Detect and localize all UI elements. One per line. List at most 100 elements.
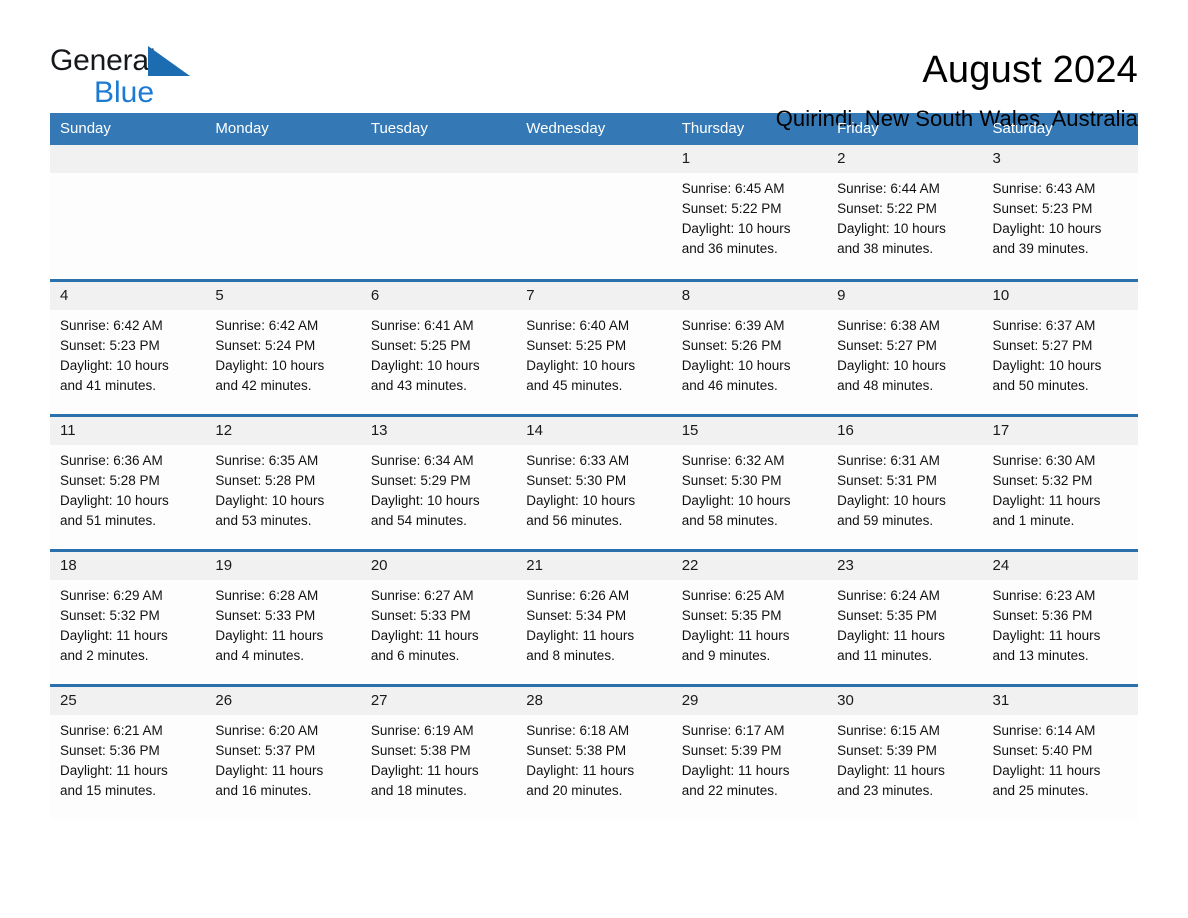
calendar-day[interactable]: 15 Sunrise: 6:32 AM Sunset: 5:30 PM Dayligh… (671, 416, 828, 549)
day-number: 21 (516, 551, 672, 580)
sunset-text: Sunset: 5:27 PM (992, 337, 1093, 353)
day-number: 1 (671, 145, 828, 173)
sunrise-text: Sunrise: 6:14 AM (992, 722, 1096, 738)
calendar-day[interactable]: 7 Sunrise: 6:40 AM Sunset: 5:25 PM Daylight… (516, 281, 672, 414)
calendar-week-row: 11 Sunrise: 6:36 AM Sunset: 5:28 PM Dayligh… (50, 413, 1138, 550)
calendar-day[interactable]: 9 Sunrise: 6:38 AM Sunset: 5:27 PM Daylight… (827, 281, 983, 414)
calendar-day[interactable]: 17 Sunrise: 6:30 AM Sunset: 5:32 PM Dayligh… (982, 416, 1138, 549)
calendar-day[interactable]: 5 Sunrise: 6:42 AM Sunset: 5:24 PM Daylight… (205, 281, 361, 414)
sunset-text: Sunset: 5:38 PM (370, 742, 471, 758)
day-details: Sunrise: 6:29 AM Sunset: 5:32 PM Daylight:… (50, 580, 205, 666)
calendar-day[interactable]: 11 Sunrise: 6:36 AM Sunset: 5:28 PM Dayligh… (50, 416, 206, 549)
day-number (205, 145, 361, 173)
calendar-day[interactable]: 2 Sunrise: 6:44 AM Sunset: 5:22 PM Daylight… (827, 145, 983, 277)
sunset-text: Sunset: 5:24 PM (215, 337, 316, 353)
daylight-text-line2: and 2 minutes. (60, 647, 149, 663)
calendar-day-empty (516, 145, 672, 277)
calendar-day-empty (360, 145, 517, 277)
calendar-day[interactable]: 31 Sunrise: 6:14 AM Sunset: 5:40 PM Dayligh… (982, 686, 1138, 819)
calendar-day[interactable]: 19 Sunrise: 6:28 AM Sunset: 5:33 PM Dayligh… (205, 551, 361, 684)
calendar-cell: 14 Sunrise: 6:33 AM Sunset: 5:30 PM Dayligh… (516, 413, 672, 550)
calendar-page: General Blue August 2024 Quirindi, New S… (0, 0, 1188, 918)
daylight-text-line1: Daylight: 11 hours (837, 627, 945, 643)
calendar-day[interactable]: 24 Sunrise: 6:23 AM Sunset: 5:36 PM Dayligh… (982, 551, 1138, 684)
calendar-day[interactable]: 21 Sunrise: 6:26 AM Sunset: 5:34 PM Dayligh… (516, 551, 672, 684)
sunrise-text: Sunrise: 6:23 AM (992, 587, 1096, 603)
daylight-text-line2: and 6 minutes. (370, 647, 460, 663)
day-details: Sunrise: 6:14 AM Sunset: 5:40 PM Daylight:… (983, 715, 1138, 801)
sunrise-text: Sunrise: 6:32 AM (681, 452, 785, 468)
day-details: Sunrise: 6:41 AM Sunset: 5:25 PM Daylight:… (361, 310, 516, 396)
daylight-text-line2: and 36 minutes. (681, 241, 778, 256)
day-number: 28 (516, 686, 672, 715)
daylight-text-line1: Daylight: 11 hours (370, 762, 479, 778)
day-details: Sunrise: 6:17 AM Sunset: 5:39 PM Daylight:… (672, 715, 827, 801)
calendar-day[interactable]: 12 Sunrise: 6:35 AM Sunset: 5:28 PM Dayligh… (205, 416, 361, 549)
calendar-day[interactable]: 27 Sunrise: 6:19 AM Sunset: 5:38 PM Dayligh… (360, 686, 517, 819)
calendar-day[interactable]: 25 Sunrise: 6:21 AM Sunset: 5:36 PM Dayligh… (50, 686, 206, 819)
day-details: Sunrise: 6:42 AM Sunset: 5:24 PM Daylight:… (205, 310, 360, 396)
sunset-text: Sunset: 5:25 PM (370, 337, 471, 353)
sunset-text: Sunset: 5:23 PM (992, 201, 1093, 216)
day-number: 14 (516, 416, 672, 445)
daylight-text-line2: and 51 minutes. (60, 512, 157, 528)
calendar-cell (516, 145, 672, 280)
daylight-text-line2: and 58 minutes. (681, 512, 778, 528)
day-number: 23 (827, 551, 983, 580)
daylight-text-line1: Daylight: 11 hours (526, 762, 635, 778)
day-details: Sunrise: 6:23 AM Sunset: 5:36 PM Daylight:… (983, 580, 1138, 666)
day-number: 7 (516, 281, 672, 310)
calendar-day[interactable]: 18 Sunrise: 6:29 AM Sunset: 5:32 PM Dayligh… (50, 551, 206, 684)
day-details: Sunrise: 6:15 AM Sunset: 5:39 PM Daylight:… (827, 715, 982, 801)
page-header: General Blue August 2024 Quirindi, New S… (50, 0, 1138, 131)
calendar-day[interactable]: 16 Sunrise: 6:31 AM Sunset: 5:31 PM Dayligh… (827, 416, 983, 549)
calendar-day[interactable]: 10 Sunrise: 6:37 AM Sunset: 5:27 PM Dayligh… (982, 281, 1138, 414)
sunrise-text: Sunrise: 6:42 AM (60, 317, 163, 333)
day-details: Sunrise: 6:39 AM Sunset: 5:26 PM Daylight:… (672, 310, 827, 396)
daylight-text-line2: and 20 minutes. (526, 782, 623, 798)
calendar-day[interactable]: 6 Sunrise: 6:41 AM Sunset: 5:25 PM Daylight… (360, 281, 517, 414)
logo-triangle-icon (148, 46, 190, 76)
day-number: 3 (982, 145, 1138, 173)
calendar-day[interactable]: 13 Sunrise: 6:34 AM Sunset: 5:29 PM Dayligh… (360, 416, 517, 549)
calendar-cell: 7 Sunrise: 6:40 AM Sunset: 5:25 PM Daylight… (516, 278, 672, 415)
calendar-day[interactable]: 23 Sunrise: 6:24 AM Sunset: 5:35 PM Dayligh… (827, 551, 983, 684)
day-number: 31 (982, 686, 1138, 715)
day-number: 22 (671, 551, 828, 580)
calendar-day[interactable]: 22 Sunrise: 6:25 AM Sunset: 5:35 PM Dayligh… (671, 551, 828, 684)
sunrise-text: Sunrise: 6:39 AM (681, 317, 785, 333)
sunset-text: Sunset: 5:32 PM (992, 472, 1093, 488)
calendar-week-row: 1 Sunrise: 6:45 AM Sunset: 5:22 PM Daylight… (50, 145, 1138, 280)
day-details: Sunrise: 6:45 AM Sunset: 5:22 PM Daylight:… (672, 173, 827, 259)
daylight-text-line2: and 59 minutes. (837, 512, 934, 528)
sunrise-text: Sunrise: 6:18 AM (526, 722, 630, 738)
calendar-cell: 25 Sunrise: 6:21 AM Sunset: 5:36 PM Dayligh… (50, 683, 206, 820)
calendar-cell: 23 Sunrise: 6:24 AM Sunset: 5:35 PM Dayligh… (827, 548, 983, 685)
calendar-day[interactable]: 30 Sunrise: 6:15 AM Sunset: 5:39 PM Dayligh… (827, 686, 983, 819)
calendar-day[interactable]: 29 Sunrise: 6:17 AM Sunset: 5:39 PM Dayligh… (671, 686, 828, 819)
calendar-day[interactable]: 20 Sunrise: 6:27 AM Sunset: 5:33 PM Dayligh… (360, 551, 517, 684)
sunrise-text: Sunrise: 6:29 AM (60, 587, 163, 603)
calendar-day[interactable]: 14 Sunrise: 6:33 AM Sunset: 5:30 PM Dayligh… (516, 416, 672, 549)
daylight-text-line2: and 16 minutes. (215, 782, 312, 798)
day-number (360, 145, 517, 173)
calendar-cell: 26 Sunrise: 6:20 AM Sunset: 5:37 PM Dayligh… (205, 683, 361, 820)
sunrise-text: Sunrise: 6:35 AM (215, 452, 319, 468)
day-details: Sunrise: 6:19 AM Sunset: 5:38 PM Daylight:… (361, 715, 516, 801)
sunrise-text: Sunrise: 6:38 AM (837, 317, 940, 333)
calendar-day[interactable]: 8 Sunrise: 6:39 AM Sunset: 5:26 PM Daylight… (671, 281, 828, 414)
day-number: 9 (827, 281, 983, 310)
daylight-text-line2: and 41 minutes. (60, 377, 157, 393)
calendar-day[interactable]: 28 Sunrise: 6:18 AM Sunset: 5:38 PM Dayligh… (516, 686, 672, 819)
calendar-day[interactable]: 4 Sunrise: 6:42 AM Sunset: 5:23 PM Daylight… (50, 281, 206, 414)
day-number: 17 (982, 416, 1138, 445)
sunset-text: Sunset: 5:26 PM (681, 337, 782, 353)
daylight-text-line1: Daylight: 10 hours (681, 221, 791, 236)
calendar-day[interactable]: 1 Sunrise: 6:45 AM Sunset: 5:22 PM Daylight… (671, 145, 828, 277)
calendar-day[interactable]: 26 Sunrise: 6:20 AM Sunset: 5:37 PM Dayligh… (205, 686, 361, 819)
daylight-text-line1: Daylight: 10 hours (526, 492, 636, 508)
calendar-day[interactable]: 3 Sunrise: 6:43 AM Sunset: 5:23 PM Daylight… (982, 145, 1138, 277)
day-number: 13 (360, 416, 517, 445)
day-details: Sunrise: 6:18 AM Sunset: 5:38 PM Daylight:… (516, 715, 671, 801)
sunrise-text: Sunrise: 6:24 AM (837, 587, 940, 603)
